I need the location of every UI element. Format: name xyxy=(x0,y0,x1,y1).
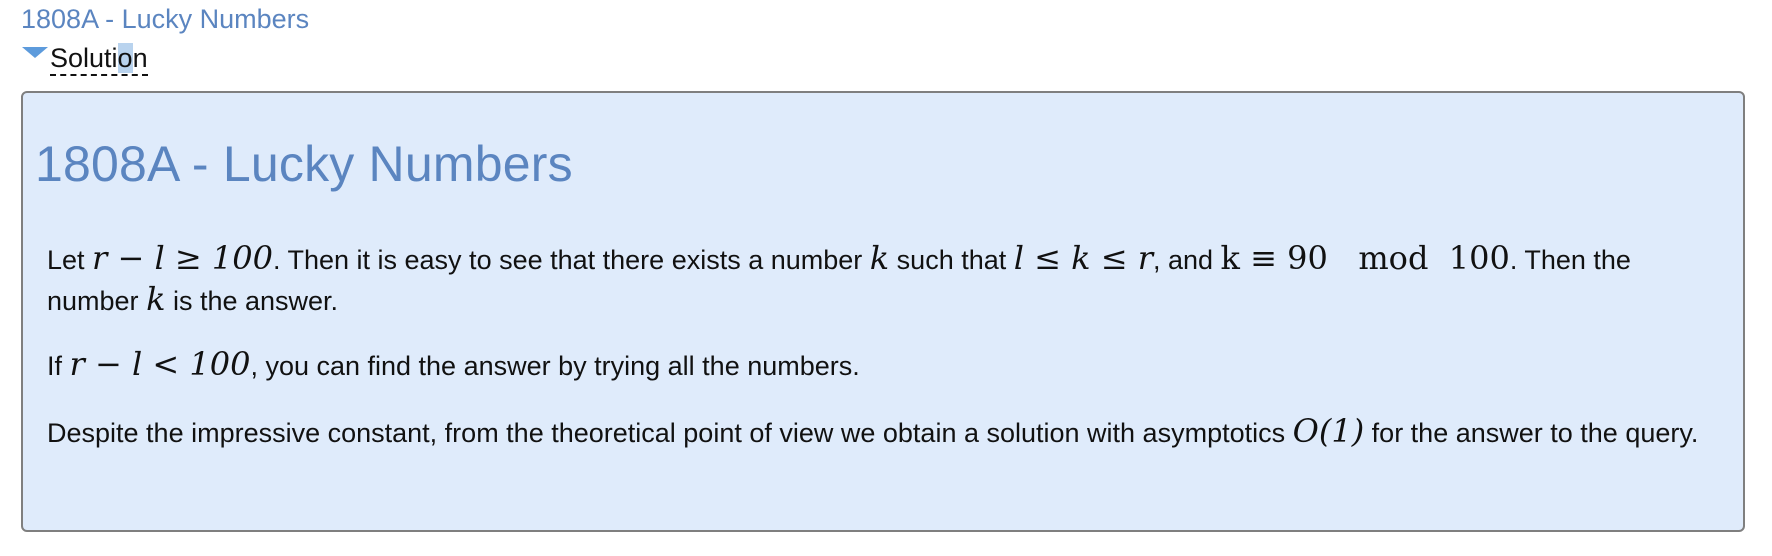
spoiler-label-part: n xyxy=(132,43,148,73)
text-span: is the answer. xyxy=(165,286,339,316)
spoiler-label-part: Soluti xyxy=(50,43,118,73)
text-span: , and xyxy=(1152,245,1221,275)
text-span: . Then it is easy to see that there exis… xyxy=(272,245,870,275)
problem-title-link[interactable]: 1808A - Lucky Numbers xyxy=(21,4,309,35)
solution-content-box: 1808A - Lucky Numbers Let r − l ≥ 100. T… xyxy=(21,91,1745,532)
solution-heading: 1808A - Lucky Numbers xyxy=(35,136,573,192)
text-selection-highlight: o xyxy=(117,43,133,73)
text-span: for the answer to the query. xyxy=(1364,418,1699,448)
math-formula: k xyxy=(146,280,166,318)
math-formula: l ≤ k ≤ r xyxy=(1013,239,1153,277)
text-span: If xyxy=(47,351,70,381)
math-formula: r − l ≥ 100 xyxy=(92,239,273,277)
solution-spoiler-toggle[interactable]: Solution xyxy=(22,42,148,76)
text-span: such that xyxy=(889,245,1014,275)
math-formula: k ≡ 90 mod 100 xyxy=(1220,239,1510,277)
math-formula: O(1) xyxy=(1292,412,1365,450)
spoiler-label[interactable]: Solution xyxy=(50,42,148,76)
solution-paragraph: If r − l < 100, you can find the answer … xyxy=(47,345,1727,386)
expand-triangle-icon[interactable] xyxy=(22,47,48,58)
text-span: Let xyxy=(47,245,93,275)
math-formula: k xyxy=(869,239,890,277)
solution-paragraph: Let r − l ≥ 100. Then it is easy to see … xyxy=(47,239,1727,321)
text-span: Despite the impressive constant, from th… xyxy=(47,418,1293,448)
text-span: , you can find the answer by trying all … xyxy=(250,351,860,381)
solution-paragraph: Despite the impressive constant, from th… xyxy=(47,412,1727,453)
math-formula: r − l < 100 xyxy=(69,345,251,383)
